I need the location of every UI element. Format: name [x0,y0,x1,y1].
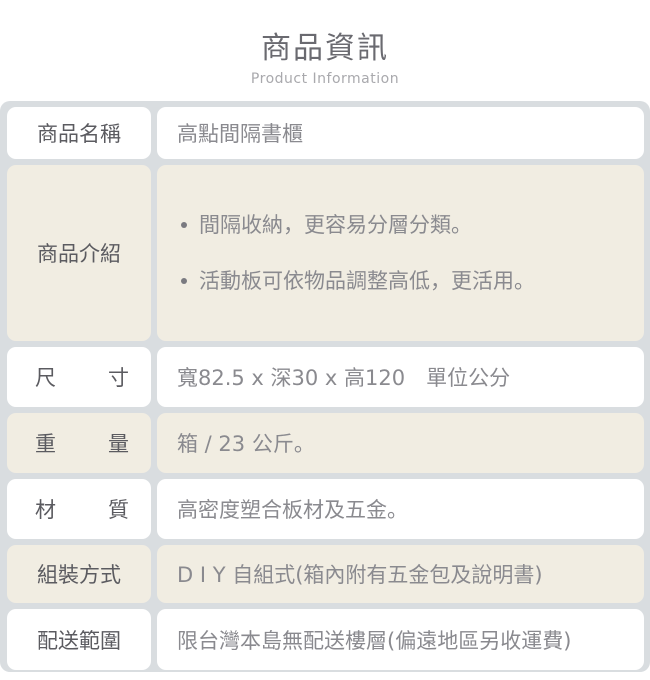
value-product-name: 高點間隔書櫃 [157,107,644,159]
label-char: 寸 [108,366,129,390]
label-dimensions: 尺 寸 [7,347,151,407]
table-row-assembly: 組裝方式 D I Y 自組式(箱內附有五金包及說明書) [7,545,644,603]
label-weight: 重 量 [7,413,151,473]
label-assembly: 組裝方式 [7,545,151,603]
label-text: 配送範圍 [37,628,121,653]
value-assembly: D I Y 自組式(箱內附有五金包及說明書) [157,545,644,603]
label-product-name: 商品名稱 [7,107,151,159]
value-text: 限台灣本島無配送樓層(偏遠地區另收運費) [177,628,572,653]
table-row-material: 材 質 高密度塑合板材及五金。 [7,479,644,539]
feature-item: 間隔收納，更容易分層分類。 [177,197,535,253]
feature-list: 間隔收納，更容易分層分類。 活動板可依物品調整高低，更活用。 [177,197,535,309]
label-char: 尺 [35,366,56,390]
label-char: 重 [35,432,56,456]
value-text: 高點間隔書櫃 [177,122,303,146]
value-text: 箱 / 23 公斤。 [177,432,315,456]
label-char: 量 [108,432,129,456]
section-subtitle: Product Information [250,71,400,87]
section-title: 商品資訊 [261,31,389,66]
value-dimensions: 寬82.5 x 深30 x 高120 單位公分 [157,347,644,407]
table-row-delivery: 配送範圍 限台灣本島無配送樓層(偏遠地區另收運費) [7,609,644,670]
label-text: 組裝方式 [37,563,121,587]
value-product-intro: 間隔收納，更容易分層分類。 活動板可依物品調整高低，更活用。 [157,165,644,341]
label-product-intro: 商品介紹 [7,165,151,341]
product-info-table: 商品名稱 高點間隔書櫃 商品介紹 間隔收納，更容易分層分類。 活動板可依物品調整… [0,101,650,672]
value-text: 寬82.5 x 深30 x 高120 單位公分 [177,366,511,390]
label-delivery: 配送範圍 [7,609,151,670]
label-text: 商品名稱 [37,122,121,146]
label-text: 商品介紹 [37,242,121,266]
label-char: 質 [108,498,129,522]
table-row-product-name: 商品名稱 高點間隔書櫃 [7,107,644,159]
table-row-weight: 重 量 箱 / 23 公斤。 [7,413,644,473]
value-weight: 箱 / 23 公斤。 [157,413,644,473]
section-header: 商品資訊 Product Information [0,30,650,88]
value-delivery: 限台灣本島無配送樓層(偏遠地區另收運費) [157,609,644,670]
label-material: 材 質 [7,479,151,539]
label-char: 材 [35,498,56,522]
table-row-product-intro: 商品介紹 間隔收納，更容易分層分類。 活動板可依物品調整高低，更活用。 [7,165,644,341]
value-material: 高密度塑合板材及五金。 [157,479,644,539]
value-text: 高密度塑合板材及五金。 [177,498,408,522]
feature-item: 活動板可依物品調整高低，更活用。 [177,253,535,309]
value-text: D I Y 自組式(箱內附有五金包及說明書) [177,563,543,587]
table-row-dimensions: 尺 寸 寬82.5 x 深30 x 高120 單位公分 [7,347,644,407]
